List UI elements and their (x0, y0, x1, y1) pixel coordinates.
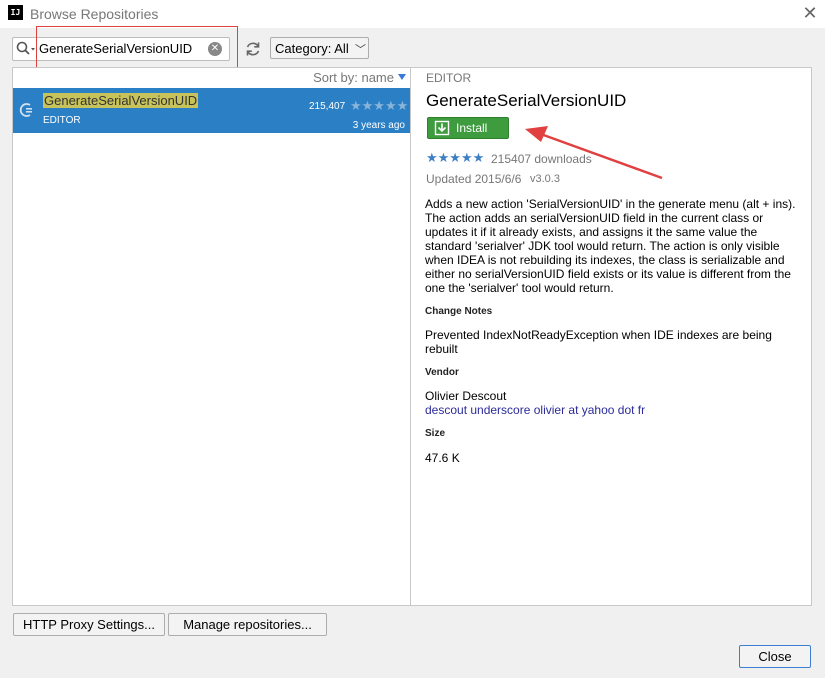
plugin-downloads: 215,407 (309, 101, 346, 112)
sort-label[interactable]: Sort by: name (313, 70, 394, 85)
detail-updated: Updated 2015/6/6 (426, 172, 522, 186)
close-window-icon[interactable]: ✕ (800, 3, 820, 23)
sort-dropdown-icon[interactable] (398, 74, 406, 80)
rating-stars-icon: ★★★★★ (350, 98, 409, 113)
install-button[interactable]: Install (427, 117, 509, 139)
vendor-email-link[interactable]: descout underscore olivier at yahoo dot … (425, 403, 645, 417)
vendor-name: Olivier Descout (425, 389, 507, 403)
detail-description: Adds a new action 'SerialVersionUID' in … (425, 197, 796, 295)
title-bar: IJ Browse Repositories ✕ (0, 0, 825, 28)
change-notes-header: Change Notes (425, 306, 493, 317)
change-notes-text: Prevented IndexNotReadyException when ID… (425, 328, 772, 356)
refresh-icon[interactable] (244, 40, 262, 58)
chevron-down-icon: ﹀ (355, 44, 366, 56)
plugin-age: 3 years ago (352, 120, 405, 131)
plugin-list-item[interactable]: GenerateSerialVersionUID EDITOR 215,407 … (13, 88, 410, 133)
install-download-icon (434, 120, 450, 136)
plugin-icon (19, 103, 32, 117)
annotation-highlight-box (36, 26, 238, 71)
window-title: Browse Repositories (30, 6, 159, 22)
plugin-category: EDITOR (43, 115, 81, 126)
plugin-detail-panel: EDITOR GenerateSerialVersionUID Install … (411, 67, 812, 606)
close-button[interactable]: Close (739, 645, 811, 668)
detail-version: v3.0.3 (530, 173, 560, 185)
search-icon[interactable] (15, 40, 37, 58)
sort-row[interactable]: Sort by: name (13, 68, 410, 87)
rating-stars-icon: ★★★★★ (426, 150, 485, 165)
install-label: Install (456, 121, 488, 135)
plugin-size: 47.6 K (425, 451, 460, 465)
size-header: Size (425, 428, 446, 439)
plugin-name: GenerateSerialVersionUID (43, 93, 199, 108)
manage-repositories-button[interactable]: Manage repositories... (168, 613, 327, 636)
vendor-header: Vendor (425, 367, 459, 378)
app-logo: IJ (8, 5, 23, 20)
detail-downloads: 215407 downloads (491, 152, 592, 166)
detail-title: GenerateSerialVersionUID (426, 91, 627, 110)
plugin-list-panel: Sort by: name GenerateSerialVersionUID E… (12, 67, 411, 606)
category-label: Category: All (275, 41, 349, 56)
category-dropdown[interactable]: Category: All ﹀ (270, 37, 369, 59)
detail-category: EDITOR (426, 71, 472, 85)
http-proxy-settings-button[interactable]: HTTP Proxy Settings... (13, 613, 165, 636)
